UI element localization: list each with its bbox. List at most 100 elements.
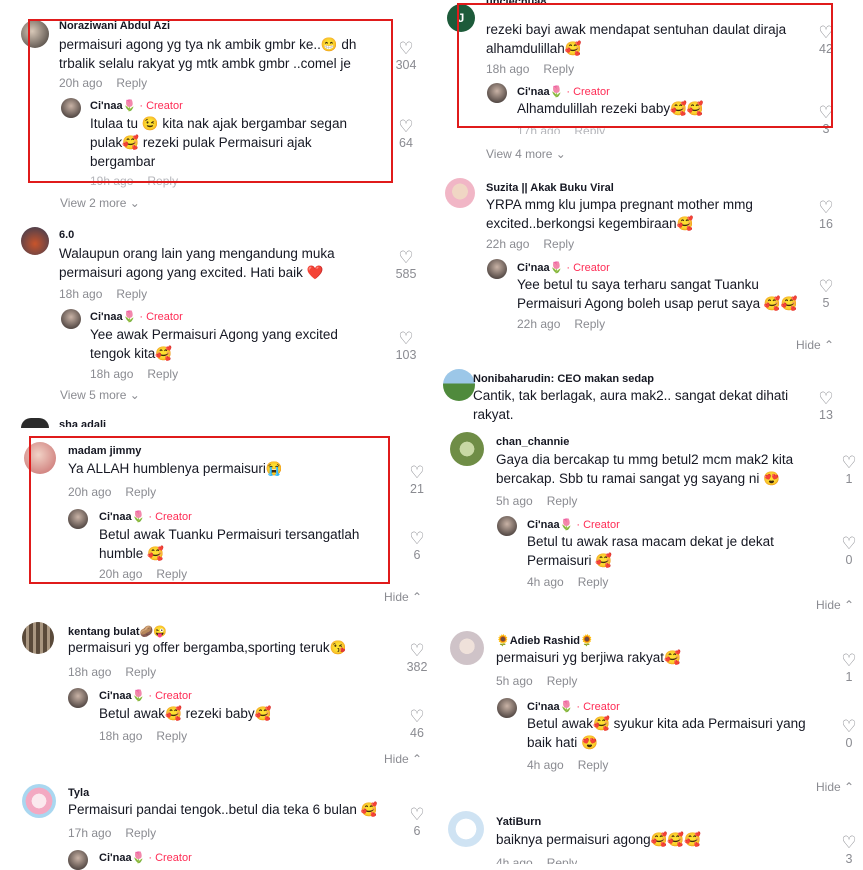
like-button[interactable]: ♡ 16 — [813, 199, 839, 232]
reply-button[interactable]: Reply — [125, 485, 156, 499]
reply-author[interactable]: Ci'naa🌷 · Creator — [517, 261, 610, 274]
hide-replies[interactable]: Hide ⌃ — [384, 752, 422, 766]
reply-button[interactable]: Reply — [547, 494, 578, 508]
comment-author[interactable]: 6.0 — [59, 229, 74, 241]
comment-author[interactable]: sha adali — [59, 419, 106, 427]
avatar[interactable] — [445, 178, 475, 208]
reply-button[interactable]: Reply — [116, 287, 147, 301]
reply-author[interactable]: Ci'naa🌷 · Creator — [527, 518, 620, 531]
reply-button[interactable]: Reply — [147, 174, 178, 188]
comment-time: 20h ago — [59, 76, 103, 90]
reply-button[interactable]: Reply — [156, 729, 187, 743]
reply-button[interactable]: Reply — [147, 367, 178, 381]
avatar[interactable] — [22, 622, 54, 654]
like-button[interactable]: ♡ 13 — [813, 390, 839, 423]
hide-replies[interactable]: Hide ⌃ — [816, 780, 854, 794]
hide-replies[interactable]: Hide ⌃ — [796, 338, 834, 352]
reply-time: 18h ago — [90, 367, 134, 381]
like-button[interactable]: ♡ 64 — [393, 118, 419, 151]
avatar[interactable] — [487, 259, 507, 279]
reply-meta: 20h ago Reply — [99, 567, 187, 581]
reply-author[interactable]: Ci'naa🌷 · Creator — [99, 510, 192, 523]
like-button[interactable]: ♡ 103 — [393, 330, 419, 363]
reply-author[interactable]: Ci'naa🌷 · Creator — [90, 99, 183, 112]
reply-author[interactable]: Ci'naa🌷 · Creator — [517, 85, 610, 98]
comment-author[interactable]: chan_channie — [496, 436, 569, 448]
avatar[interactable] — [448, 811, 484, 847]
reply-button[interactable]: Reply — [156, 567, 187, 581]
comment-author[interactable]: kentang bulat🥔😜 — [68, 625, 167, 638]
view-more-replies[interactable]: View 4 more ⌄ — [486, 147, 566, 161]
like-button[interactable]: ♡ 6 — [404, 806, 430, 839]
like-button[interactable]: ♡ 21 — [404, 464, 430, 497]
avatar[interactable] — [450, 432, 484, 466]
like-count: 382 — [406, 660, 428, 674]
comment-author[interactable]: unclechua8 — [486, 0, 547, 8]
reply-author[interactable]: Ci'naa🌷 · Creator — [99, 851, 192, 864]
like-button[interactable]: ♡ 1 — [836, 652, 862, 685]
avatar[interactable] — [21, 20, 49, 48]
comment-author[interactable]: 🌻Adieb Rashid🌻 — [496, 634, 594, 647]
hide-replies[interactable]: Hide ⌃ — [816, 598, 854, 612]
reply-button[interactable]: Reply — [578, 575, 609, 589]
reply-button[interactable]: Reply — [543, 62, 574, 76]
reply-button[interactable]: Reply — [116, 76, 147, 90]
reply-button[interactable]: Reply — [543, 237, 574, 251]
reply-button[interactable]: Reply — [574, 317, 605, 331]
comment-author[interactable]: Nonibaharudin: CEO makan sedap — [473, 373, 654, 385]
comment-author[interactable]: YatiBurn — [496, 816, 541, 828]
reply-time: 18h ago — [99, 729, 143, 743]
reply-button[interactable]: Reply — [547, 674, 578, 688]
comment-author[interactable]: Tyla — [68, 787, 89, 799]
avatar[interactable] — [487, 83, 507, 103]
heart-icon: ♡ — [841, 834, 857, 852]
view-more-replies[interactable]: View 5 more ⌄ — [60, 388, 140, 402]
reply-author[interactable]: Ci'naa🌷 · Creator — [527, 700, 620, 713]
avatar[interactable] — [68, 688, 88, 708]
like-button[interactable]: ♡ 382 — [404, 642, 430, 675]
like-button[interactable]: ♡ 46 — [404, 708, 430, 741]
reply-author[interactable]: Ci'naa🌷 · Creator — [99, 689, 192, 702]
reply-button[interactable]: Reply — [547, 856, 578, 864]
reply-text: Betul awak🥰 syukur kita ada Permaisuri y… — [527, 716, 806, 750]
reply-button[interactable]: Reply — [578, 758, 609, 772]
reply-author[interactable]: Ci'naa🌷 · Creator — [90, 310, 183, 323]
like-button[interactable]: ♡ 304 — [393, 40, 419, 73]
comment-author[interactable]: Suzita || Akak Buku Viral — [486, 182, 614, 194]
like-button[interactable]: ♡ 6 — [404, 530, 430, 563]
reply-time: 20h ago — [99, 567, 143, 581]
reply-button[interactable]: Reply — [125, 826, 156, 840]
avatar[interactable] — [68, 509, 88, 529]
avatar[interactable] — [443, 369, 475, 401]
like-button[interactable]: ♡ 0 — [836, 535, 862, 568]
like-button[interactable]: ♡ 1 — [836, 454, 862, 487]
reply-button[interactable]: Reply — [574, 124, 605, 134]
avatar[interactable] — [450, 631, 484, 665]
avatar[interactable]: J — [447, 4, 475, 32]
like-button[interactable]: ♡ 5 — [813, 278, 839, 311]
reply-meta: 19h ago Reply — [90, 174, 178, 188]
like-count: 5 — [822, 296, 830, 310]
heart-icon: ♡ — [398, 248, 414, 267]
like-button[interactable]: ♡ 0 — [836, 718, 862, 751]
creator-badge: · Creator — [566, 262, 610, 274]
like-button[interactable]: ♡ 3 — [836, 834, 862, 864]
view-more-replies[interactable]: View 2 more ⌄ — [60, 196, 140, 210]
like-button[interactable]: ♡ 42 — [813, 24, 839, 57]
avatar[interactable] — [68, 850, 88, 870]
avatar[interactable] — [61, 309, 81, 329]
avatar[interactable] — [24, 442, 56, 474]
avatar[interactable] — [21, 227, 49, 255]
like-button[interactable]: ♡ 3 — [813, 104, 839, 137]
like-button[interactable]: ♡ 585 — [393, 249, 419, 282]
avatar[interactable] — [22, 784, 56, 818]
avatar[interactable] — [497, 698, 517, 718]
hide-replies[interactable]: Hide ⌃ — [384, 590, 422, 604]
comment-author[interactable]: Noraziwani Abdul Azi — [59, 20, 170, 32]
comment-author[interactable]: madam jimmy — [68, 445, 141, 457]
avatar[interactable] — [497, 516, 517, 536]
reply-button[interactable]: Reply — [125, 665, 156, 679]
avatar[interactable] — [21, 418, 49, 428]
comment-meta: 18h ago Reply — [486, 62, 574, 76]
avatar[interactable] — [61, 98, 81, 118]
